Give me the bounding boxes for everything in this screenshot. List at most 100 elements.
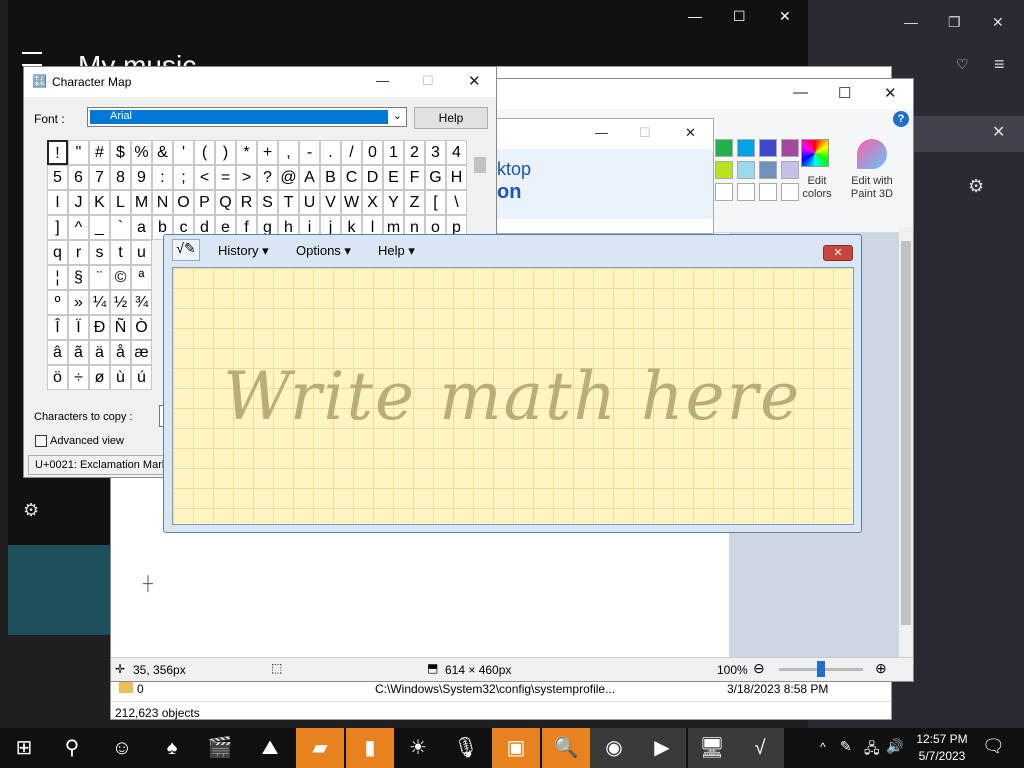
remote-desktop-icon[interactable]: 🖥	[688, 728, 736, 768]
maximize-button[interactable]: ☐	[422, 73, 434, 89]
font-select[interactable]: Arial ⌄	[87, 107, 407, 127]
character-cell[interactable]: U	[299, 190, 320, 215]
character-cell[interactable]: <	[194, 165, 215, 190]
character-cell[interactable]: R	[236, 190, 257, 215]
character-cell[interactable]: »	[68, 290, 89, 315]
magnifier-icon[interactable]: 🔍	[542, 728, 590, 768]
character-cell[interactable]: ^	[68, 215, 89, 240]
character-cell[interactable]: D	[362, 165, 383, 190]
character-cell[interactable]: (	[194, 140, 215, 165]
chevron-up-icon[interactable]: ^	[820, 740, 826, 754]
notepad-app-icon[interactable]: ▮	[346, 728, 394, 768]
character-cell[interactable]: r	[68, 240, 89, 265]
color-swatch[interactable]	[737, 139, 755, 157]
character-cell[interactable]: â	[47, 340, 68, 365]
photos-icon[interactable]: ⛰	[246, 728, 294, 768]
scroll-thumb[interactable]	[901, 241, 911, 625]
character-cell[interactable]: ÷	[68, 365, 89, 390]
search-icon[interactable]: ⚲	[48, 728, 96, 768]
minimize-button[interactable]: —	[595, 125, 608, 140]
media-player-icon[interactable]: ▶	[638, 728, 686, 768]
maximize-button[interactable]: ☐	[838, 84, 851, 102]
hamburger-icon[interactable]	[22, 52, 42, 66]
character-cell[interactable]: X	[362, 190, 383, 215]
character-cell[interactable]: I	[47, 190, 68, 215]
character-cell[interactable]: O	[173, 190, 194, 215]
taskbar-app-1-icon[interactable]: ☺	[98, 728, 146, 768]
character-cell[interactable]: ú	[131, 365, 152, 390]
close-button[interactable]: ✕	[468, 72, 481, 90]
scroll-thumb[interactable]	[474, 157, 486, 173]
movies-icon[interactable]: 🎬	[196, 728, 244, 768]
character-cell[interactable]: F	[404, 165, 425, 190]
character-cell[interactable]: Y	[383, 190, 404, 215]
character-cell[interactable]: s	[89, 240, 110, 265]
character-cell[interactable]: +	[257, 140, 278, 165]
character-cell[interactable]: E	[383, 165, 404, 190]
character-cell[interactable]: ,	[278, 140, 299, 165]
character-cell[interactable]: ¼	[89, 290, 110, 315]
character-cell[interactable]: B	[320, 165, 341, 190]
character-cell[interactable]: ø	[89, 365, 110, 390]
character-cell[interactable]: _	[89, 215, 110, 240]
character-cell[interactable]: a	[131, 215, 152, 240]
character-cell[interactable]: *	[236, 140, 257, 165]
color-swatch[interactable]	[715, 139, 733, 157]
table-row[interactable]: 0 C:\Windows\System32\config\systemprofi…	[111, 679, 891, 699]
minimize-button[interactable]: —	[904, 14, 918, 30]
edit-with-paint3d-button[interactable]: Edit with Paint 3D	[847, 175, 897, 201]
character-cell[interactable]: T	[278, 190, 299, 215]
character-cell[interactable]: -	[299, 140, 320, 165]
character-cell[interactable]: §	[68, 265, 89, 290]
clock-time[interactable]: 12:57 PM	[912, 732, 972, 746]
character-cell[interactable]: ö	[47, 365, 68, 390]
writing-area[interactable]: Write math here	[172, 267, 854, 525]
character-cell[interactable]: ;	[173, 165, 194, 190]
menu-history[interactable]: History ▾	[218, 243, 269, 259]
close-button[interactable]: ✕	[823, 245, 853, 261]
help-button[interactable]: Help	[414, 107, 488, 129]
color-swatch[interactable]	[759, 161, 777, 179]
color-swatch[interactable]	[737, 183, 755, 201]
character-cell[interactable]: ¨	[89, 265, 110, 290]
color-swatch[interactable]	[715, 183, 733, 201]
character-cell[interactable]: %	[131, 140, 152, 165]
character-cell[interactable]: K	[89, 190, 110, 215]
character-cell[interactable]: S	[257, 190, 278, 215]
clock-date[interactable]: 5/7/2023	[912, 749, 972, 763]
math-input-taskbar-icon[interactable]: √	[736, 728, 784, 768]
character-cell[interactable]: Q	[215, 190, 236, 215]
gear-icon[interactable]: ⚙	[23, 500, 39, 521]
character-cell[interactable]: ½	[110, 290, 131, 315]
character-cell[interactable]: #	[89, 140, 110, 165]
menu-options[interactable]: Options ▾	[296, 243, 351, 259]
minimize-button[interactable]: —	[793, 84, 808, 101]
character-cell[interactable]: æ	[131, 340, 152, 365]
character-cell[interactable]: M	[131, 190, 152, 215]
character-cell[interactable]: Ñ	[110, 315, 131, 340]
character-cell[interactable]: )	[215, 140, 236, 165]
brightness-icon[interactable]: ☀	[394, 728, 442, 768]
character-cell[interactable]: G	[425, 165, 446, 190]
close-icon[interactable]: ✕	[992, 122, 1005, 142]
zoom-out-button[interactable]: ⊖	[753, 660, 765, 677]
eraser-app-icon[interactable]: ▰	[296, 728, 344, 768]
character-cell[interactable]: @	[278, 165, 299, 190]
character-cell[interactable]: W	[341, 190, 362, 215]
restore-button[interactable]: ❐	[948, 14, 961, 31]
character-cell[interactable]: 7	[89, 165, 110, 190]
gear-icon[interactable]: ⚙	[968, 176, 984, 197]
advanced-view-checkbox[interactable]	[35, 435, 47, 447]
character-cell[interactable]: u	[131, 240, 152, 265]
character-cell[interactable]: q	[47, 240, 68, 265]
color-swatch[interactable]	[759, 183, 777, 201]
character-cell[interactable]: /	[341, 140, 362, 165]
character-cell[interactable]: t	[110, 240, 131, 265]
sticky-notes-icon[interactable]: ▣	[492, 728, 540, 768]
character-cell[interactable]: :	[152, 165, 173, 190]
character-cell[interactable]: Z	[404, 190, 425, 215]
character-cell[interactable]: 9	[131, 165, 152, 190]
character-cell[interactable]: A	[299, 165, 320, 190]
character-cell[interactable]: ¾	[131, 290, 152, 315]
character-cell[interactable]: \	[446, 190, 467, 215]
